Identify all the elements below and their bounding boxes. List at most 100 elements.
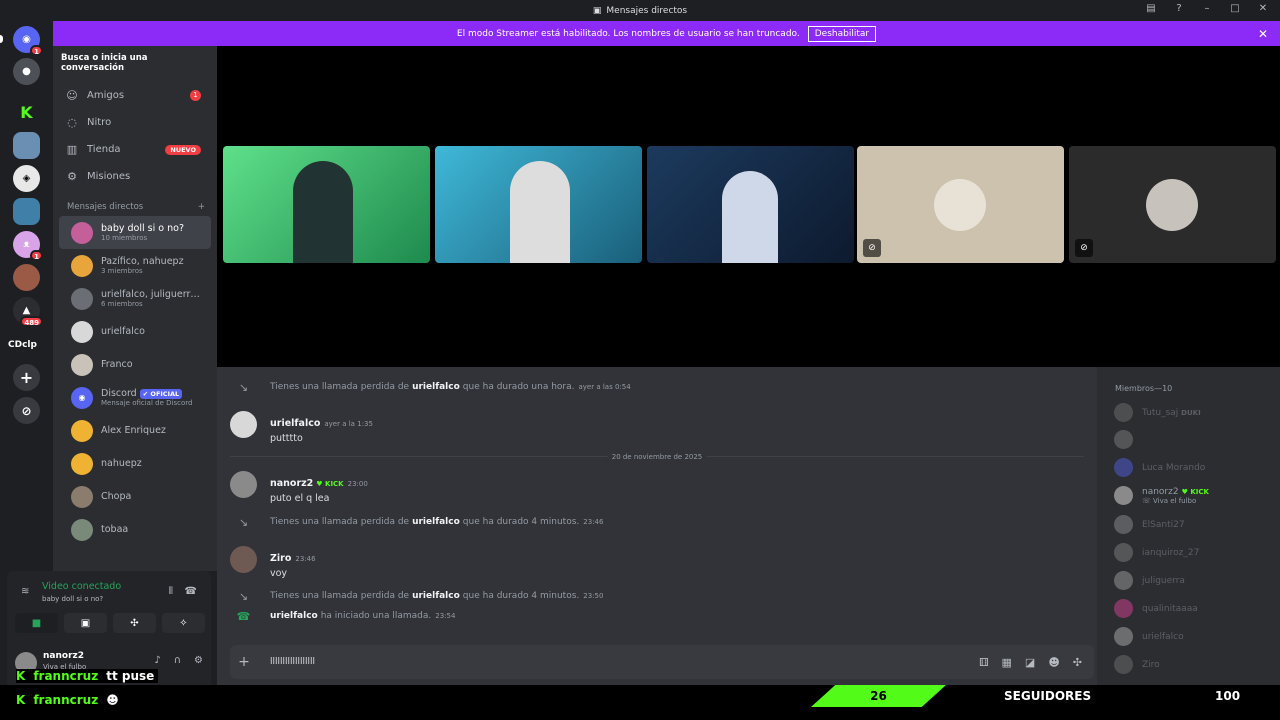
server-icon-sky[interactable] [13, 132, 40, 159]
settings-gear-icon[interactable]: ⚙ [194, 655, 203, 666]
member-item[interactable]: Luca Morando [1114, 458, 1205, 477]
avatar[interactable] [230, 546, 257, 573]
gif-icon[interactable]: ▦ [1002, 656, 1012, 669]
dm-item[interactable]: nahuepz [59, 447, 211, 480]
dm-item[interactable]: Pazífico, nahuepz 3 miembros [59, 249, 211, 282]
apps-icon[interactable]: ✣ [1073, 656, 1082, 669]
maximize-button[interactable]: □ [1228, 3, 1242, 14]
gift-icon[interactable]: ⚅ [979, 656, 989, 669]
sys-user[interactable]: urielfalco [270, 611, 318, 621]
video-tile[interactable] [435, 146, 642, 263]
server-icon-car[interactable]: ◈ [13, 165, 40, 192]
video-tile-muted[interactable]: ⊘ [1069, 146, 1276, 263]
voice-channel[interactable]: baby doll si o no? [42, 595, 103, 603]
chat-area: ↘ Tienes una llamada perdida de urielfalc… [217, 367, 1097, 685]
nav-shop[interactable]: ▥ Tienda NUEVO [53, 136, 217, 163]
member-item[interactable]: Tutu_saj DUKI [1114, 403, 1201, 422]
dm-item[interactable]: urielfalco [59, 315, 211, 348]
dm-sub: 6 miembros [101, 300, 143, 308]
headphones-icon[interactable]: ∩ [174, 655, 181, 666]
emoji-icon[interactable]: ☻ [1048, 656, 1059, 669]
add-dm-icon[interactable]: + [198, 202, 205, 212]
avatar [1114, 571, 1133, 590]
video-tile-muted[interactable]: ⊘ [857, 146, 1064, 263]
add-server-icon[interactable]: + [13, 364, 40, 391]
sys-text: que ha durado 4 minutos. [462, 591, 580, 601]
avatar[interactable] [230, 411, 257, 438]
timestamp: ayer a la 1:35 [324, 420, 373, 428]
nav-friends[interactable]: ☺ Amigos 1 [53, 82, 217, 109]
group-dm-icon[interactable]: ● [13, 58, 40, 85]
member-item[interactable]: juliguerra [1114, 571, 1185, 590]
message-author[interactable]: nanorz2 [270, 478, 313, 489]
member-item[interactable]: Ziro [1114, 655, 1160, 674]
inbox-icon[interactable]: ▤ [1144, 3, 1158, 14]
screen-share-button[interactable]: ▣ [64, 613, 107, 633]
sys-user[interactable]: urielfalco [412, 591, 460, 601]
nav-quests[interactable]: ⚙ Misiones [53, 163, 217, 190]
avatar [71, 287, 93, 310]
activities-button[interactable]: ✣ [113, 613, 156, 633]
member-item[interactable]: ianquiroz_27 [1114, 543, 1199, 562]
member-name: juliguerra [1142, 575, 1185, 586]
search-conversation-button[interactable]: Busca o inicia una conversación [61, 53, 209, 73]
dm-item[interactable]: baby doll si o no? 10 miembros [59, 216, 211, 249]
dm-item[interactable]: Chopa [59, 480, 211, 513]
disable-streamer-button[interactable]: Deshabilitar [807, 25, 877, 42]
server-icon-portrait[interactable] [13, 264, 40, 291]
video-tile[interactable] [223, 146, 430, 263]
help-icon[interactable]: ? [1172, 3, 1186, 14]
overlay-chat-line: K franncruz ☻ [16, 693, 119, 707]
sys-user[interactable]: urielfalco [412, 517, 460, 527]
member-name: ElSanti27 [1142, 519, 1185, 530]
dm-item[interactable]: Alex Enriquez [59, 414, 211, 447]
nitro-icon: ◌ [67, 116, 77, 129]
dm-item[interactable]: tobaa [59, 513, 211, 546]
server-icon-cat[interactable]: ᴥ1 [13, 231, 43, 261]
dm-name: urielfalco [101, 326, 145, 337]
disconnect-icon[interactable]: ☎ [185, 586, 197, 597]
message-author[interactable]: Ziro [270, 553, 291, 564]
server-text-cdclp[interactable]: CDclp [8, 340, 37, 350]
followers-goal: 100 [1215, 689, 1241, 703]
minimize-button[interactable]: – [1200, 3, 1214, 14]
avatar [71, 221, 93, 244]
close-icon[interactable]: ✕ [1258, 27, 1268, 41]
member-item[interactable] [1114, 430, 1142, 449]
video-tile[interactable] [647, 146, 854, 263]
microphone-icon[interactable]: ♪ [154, 655, 160, 666]
overlay-chat-user: franncruz [33, 669, 99, 683]
camera-button[interactable]: ■ [15, 613, 58, 633]
sys-user[interactable]: urielfalco [412, 382, 460, 392]
server-icon-dark[interactable]: ▲ 489 [13, 297, 43, 327]
nav-nitro[interactable]: ◌ Nitro [53, 109, 217, 136]
message-author[interactable]: urielfalco [270, 418, 320, 429]
server-icon-landscape[interactable] [13, 198, 40, 225]
member-item[interactable]: ElSanti27 [1114, 515, 1185, 534]
kick-server-icon[interactable]: K [13, 99, 40, 126]
member-item[interactable]: nanorz2 ♥ KICK ☏ Viva el fulbo [1114, 486, 1209, 505]
message-composer[interactable]: + llllllllllllllllll ⚅ ▦ ◪ ☻ ✣ [230, 645, 1094, 679]
dm-item[interactable]: urielfalco, juliguerra, ... 6 miembros [59, 282, 211, 315]
dm-item[interactable]: Franco [59, 348, 211, 381]
voice-connection-panel: ≋ Video conectado baby doll si o no? ⦀ ☎… [7, 571, 211, 643]
new-badge: NUEVO [165, 144, 201, 155]
soundboard-button[interactable]: ✧ [162, 613, 205, 633]
nav-label: Misiones [87, 171, 131, 182]
sticker-icon[interactable]: ◪ [1025, 656, 1035, 669]
discover-icon[interactable]: ⊘ [13, 397, 40, 424]
member-tag: DUKI [1181, 408, 1201, 417]
discord-home-icon[interactable]: ◉ 1 [13, 26, 43, 56]
avatar[interactable] [230, 471, 257, 498]
user-name: nanorz2 [43, 651, 85, 661]
message-text: puto el q lea [270, 493, 330, 504]
avatar [934, 179, 986, 231]
close-button[interactable]: ✕ [1256, 3, 1270, 14]
dm-sub: 10 miembros [101, 234, 148, 242]
member-item[interactable]: qualinitaaaa [1114, 599, 1198, 618]
member-item[interactable]: urielfalco [1114, 627, 1184, 646]
noise-suppression-icon[interactable]: ⦀ [169, 586, 173, 597]
attach-plus-icon[interactable]: + [230, 654, 258, 670]
dm-item[interactable]: ◉ Discord ✔ OFICIAL Mensaje oficial de Dis… [59, 381, 211, 414]
message-input[interactable]: llllllllllllllllll [270, 657, 315, 667]
